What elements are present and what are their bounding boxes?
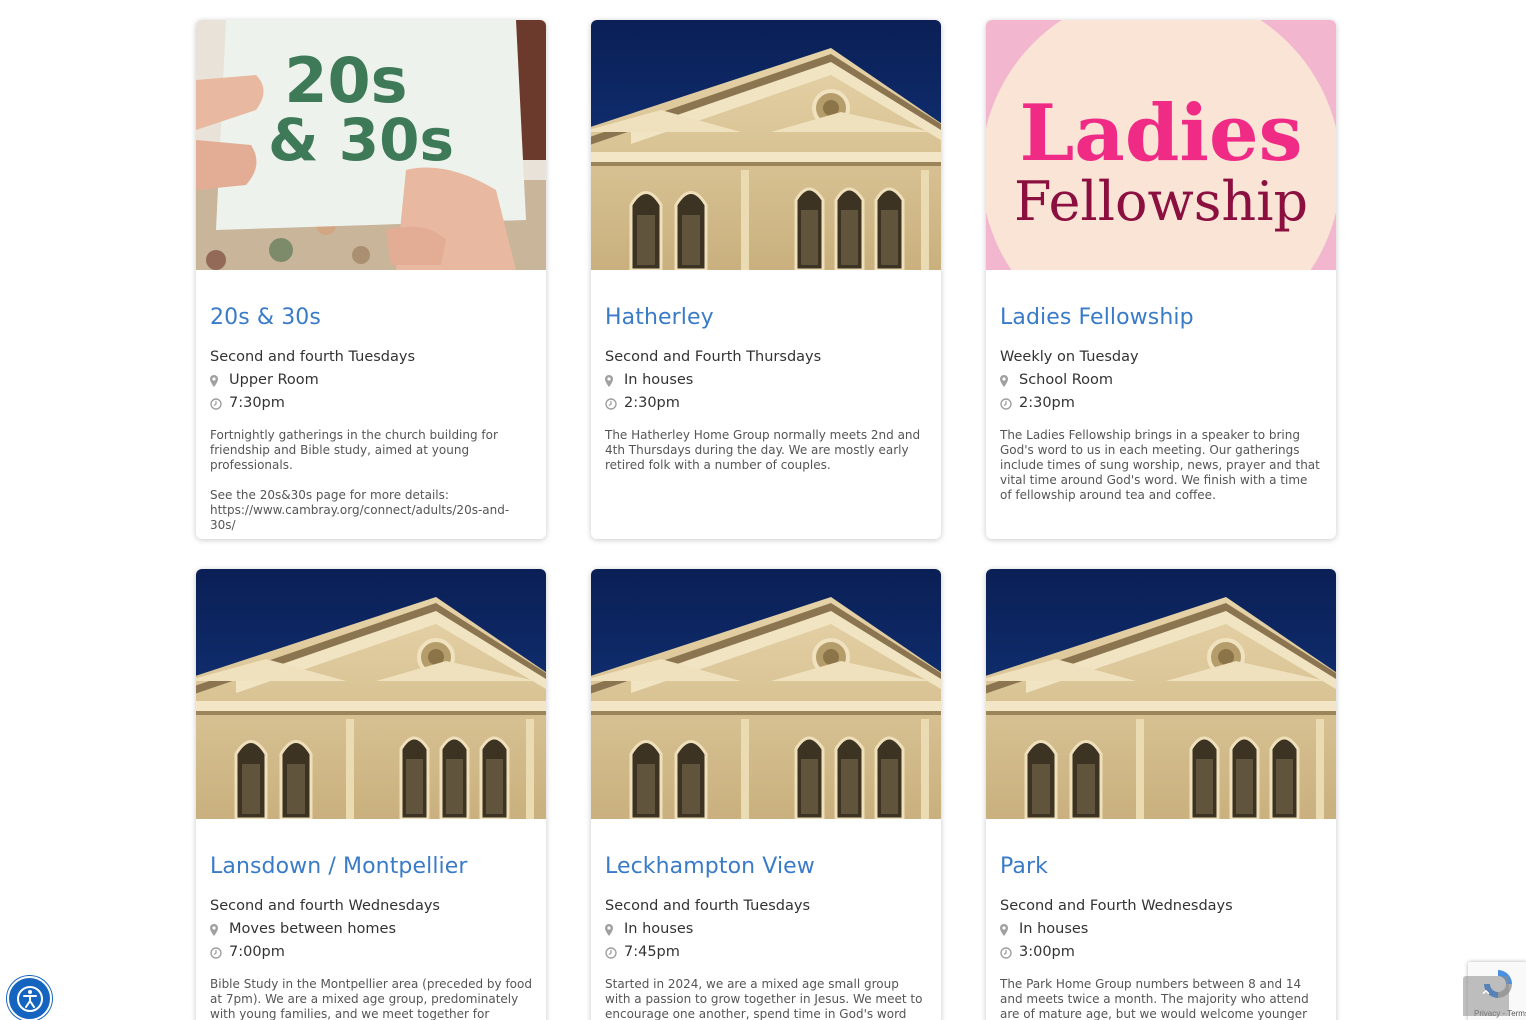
group-description: Fortnightly gatherings in the church bui… — [210, 428, 532, 533]
group-card-lansdown-montpellier: Lansdown / Montpellier Second and fourth… — [196, 569, 546, 1020]
description-paragraph: See the 20s&30s page for more details: h… — [210, 488, 510, 532]
group-frequency: Second and fourth Wednesdays — [210, 898, 440, 914]
group-location: In houses — [624, 921, 694, 937]
description-paragraph: The Park Home Group numbers between 8 an… — [1000, 977, 1309, 1020]
group-frequency: Second and fourth Tuesdays — [605, 898, 811, 914]
description-paragraph: Bible Study in the Montpellier area (pre… — [210, 977, 532, 1020]
group-card-hatherley: Hatherley Second and Fourth Thursdays In… — [591, 20, 941, 539]
group-location: In houses — [1019, 921, 1089, 937]
group-location: Upper Room — [229, 372, 319, 388]
group-time: 7:30pm — [229, 395, 285, 411]
group-location: School Room — [1019, 372, 1114, 388]
group-title[interactable]: 20s & 30s — [210, 304, 532, 332]
graphic-line-2: Fellowship — [1014, 170, 1308, 233]
map-marker-icon — [605, 374, 624, 387]
accessibility-icon — [16, 985, 43, 1012]
group-time: 7:00pm — [229, 944, 285, 960]
group-card-ladies-fellowship: Ladies Fellowship Ladies Fellowship Week… — [986, 20, 1336, 539]
group-location: In houses — [624, 372, 694, 388]
group-time: 2:30pm — [624, 395, 680, 411]
group-location: Moves between homes — [229, 921, 397, 937]
group-image[interactable]: Ladies Fellowship — [986, 20, 1336, 270]
graphic-line-1: Ladies — [1019, 88, 1302, 179]
clock-icon — [605, 946, 624, 959]
map-marker-icon — [1000, 374, 1019, 387]
group-description: The Park Home Group numbers between 8 an… — [1000, 977, 1322, 1020]
group-image[interactable] — [196, 569, 546, 819]
clock-icon — [605, 397, 624, 410]
group-image[interactable]: 20s & 30s — [196, 20, 546, 270]
map-marker-icon — [210, 923, 229, 936]
description-paragraph: Fortnightly gatherings in the church bui… — [210, 428, 498, 472]
group-frequency: Weekly on Tuesday — [1000, 349, 1139, 365]
group-time: 2:30pm — [1019, 395, 1075, 411]
group-frequency: Second and Fourth Wednesdays — [1000, 898, 1233, 914]
scroll-to-top-button[interactable]: ⌃ — [1463, 976, 1509, 1016]
group-image[interactable] — [591, 569, 941, 819]
group-title[interactable]: Ladies Fellowship — [1000, 304, 1322, 332]
chevron-up-icon: ⌃ — [1479, 986, 1493, 1006]
clock-icon — [210, 397, 229, 410]
group-card-20s-30s: 20s & 30s 20s & 30s Second and fourth Tu… — [196, 20, 546, 539]
description-paragraph: The Hatherley Home Group normally meets … — [605, 428, 921, 472]
group-card-leckhampton-view: Leckhampton View Second and fourth Tuesd… — [591, 569, 941, 1020]
clock-icon — [1000, 397, 1019, 410]
description-paragraph: The Ladies Fellowship brings in a speake… — [1000, 428, 1320, 502]
map-marker-icon — [210, 374, 229, 387]
group-description: Started in 2024, we are a mixed age smal… — [605, 977, 927, 1020]
group-description: Bible Study in the Montpellier area (pre… — [210, 977, 532, 1020]
group-title[interactable]: Leckhampton View — [605, 853, 927, 881]
group-frequency: Second and Fourth Thursdays — [605, 349, 822, 365]
map-marker-icon — [605, 923, 624, 936]
clock-icon — [210, 946, 229, 959]
accessibility-button[interactable] — [7, 976, 52, 1020]
group-description: The Ladies Fellowship brings in a speake… — [1000, 428, 1322, 503]
group-time: 3:00pm — [1019, 944, 1075, 960]
sign-line-2: & 30s — [268, 106, 454, 174]
map-marker-icon — [1000, 923, 1019, 936]
group-title[interactable]: Park — [1000, 853, 1322, 881]
group-description: The Hatherley Home Group normally meets … — [605, 428, 927, 473]
group-image[interactable] — [986, 569, 1336, 819]
group-card-park: Park Second and Fourth Wednesdays In hou… — [986, 569, 1336, 1020]
clock-icon — [1000, 946, 1019, 959]
description-paragraph: Started in 2024, we are a mixed age smal… — [605, 977, 923, 1020]
group-title[interactable]: Hatherley — [605, 304, 927, 332]
group-time: 7:45pm — [624, 944, 680, 960]
group-frequency: Second and fourth Tuesdays — [210, 349, 416, 365]
group-image[interactable] — [591, 20, 941, 270]
group-title[interactable]: Lansdown / Montpellier — [210, 853, 532, 881]
